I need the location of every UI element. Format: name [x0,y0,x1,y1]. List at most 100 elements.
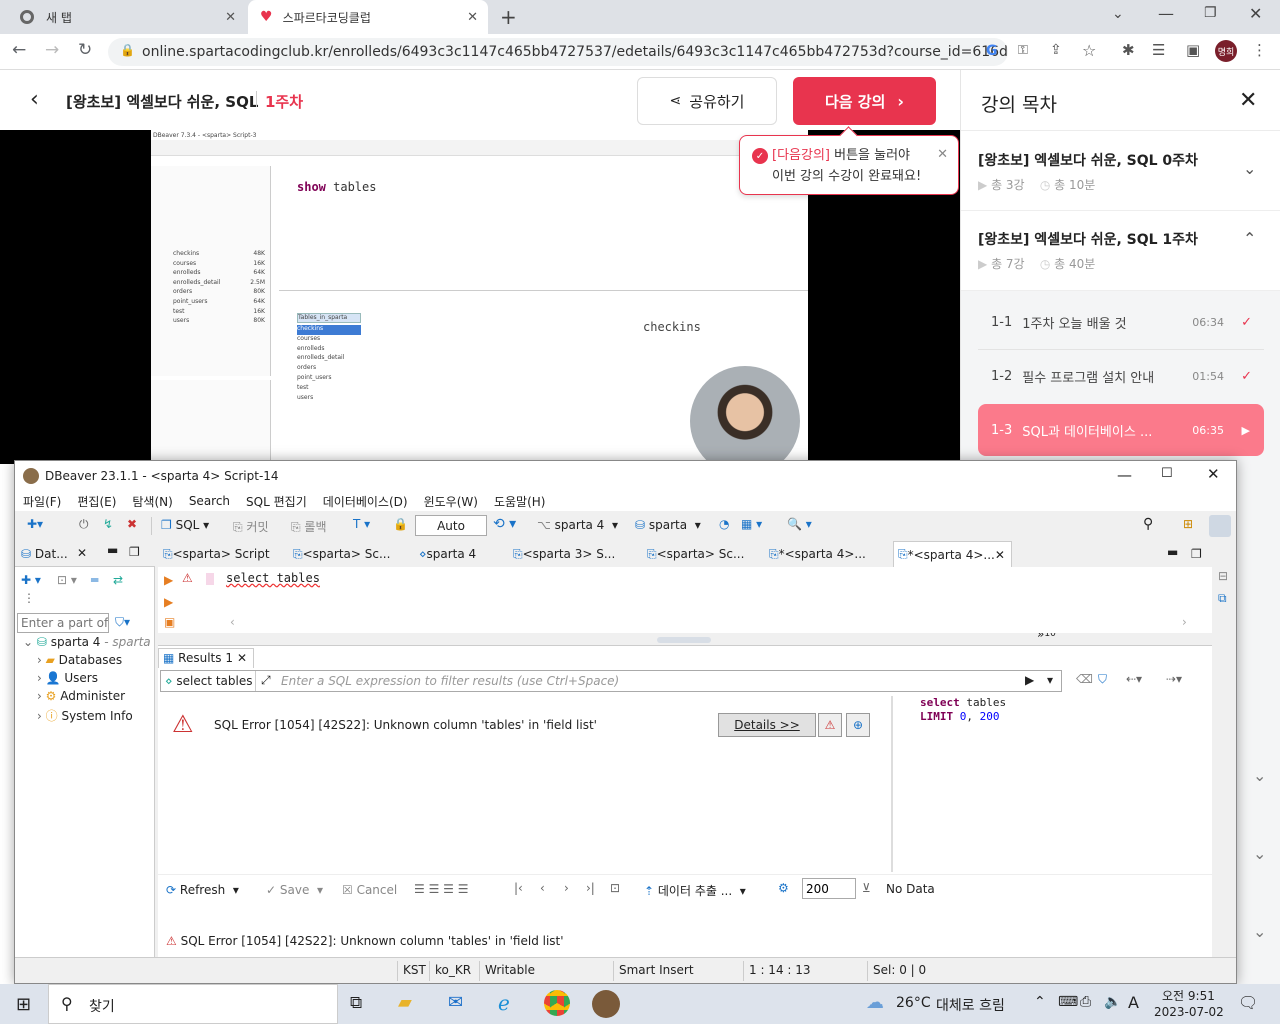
collapse-all-icon[interactable]: ═ [91,573,98,587]
menu-item[interactable]: SQL 편집기 [246,493,307,510]
eraser-icon[interactable]: ⌫ [1076,672,1093,686]
extensions-icon[interactable]: ✱ [1122,41,1135,59]
results-tab[interactable]: ▦ Results 1 ✕ [158,648,254,668]
minimize-icon[interactable]: — [1158,4,1174,23]
panels-icon[interactable]: ▦ ▾ [741,517,762,531]
panel-icon[interactable]: ⊟ [1218,569,1228,583]
active-connection-select[interactable]: ⌥ sparta 4 ▾ [537,518,618,532]
browser-tab-sparta[interactable]: ♥ 스파르타코딩클럽 ✕ [248,0,488,34]
first-page-icon[interactable]: |‹ [514,881,523,895]
share-button[interactable]: ⋖ 공유하기 [637,77,777,125]
chevron-down-icon[interactable]: ⌄ [1253,844,1266,863]
more-icon[interactable]: ⋮ [23,591,35,605]
transaction-mode-icon[interactable]: T ▾ [353,517,370,531]
dbeaver-taskbar-icon[interactable] [592,990,620,1018]
clock-date[interactable]: 2023-07-02 [1154,1005,1224,1019]
navigator-filter-input[interactable] [17,613,109,633]
mic-icon[interactable]: ⌨ [1058,994,1078,1010]
fetch-size-input[interactable] [802,878,856,899]
tooltip-close-icon[interactable]: ✕ [937,144,948,165]
network-icon[interactable]: ⎙ [1080,994,1091,1010]
filter-expression-input[interactable]: Enter a SQL expression to filter results… [281,674,619,688]
menu-item[interactable]: Search [189,494,230,508]
side-panel-icon[interactable]: ▣ [1186,41,1200,59]
browser-tab-new[interactable]: 새 탭 ✕ [8,0,246,34]
refresh-button[interactable]: ⟳ Refresh ▾ [166,883,239,897]
editor-tab[interactable]: ⎘ *<sparta 4>... ✕ [893,541,1012,567]
explain-icon[interactable]: ▣ [164,615,175,629]
maximize-icon[interactable]: ☐ [1161,466,1173,481]
editor-tab[interactable]: ⎘ <sparta> Script [163,541,270,567]
forward-icon[interactable]: ⇢▾ [1166,672,1182,686]
editor-splitter[interactable] [657,637,711,643]
close-tab-icon[interactable]: ✕ [225,10,236,25]
link-editor-icon[interactable]: ⇄ [113,573,123,587]
fetch-all-icon[interactable]: ⊡ [610,881,620,895]
expand-icon[interactable]: › [37,689,46,703]
results-splitter[interactable] [891,696,893,872]
cancel-button[interactable]: ☒ Cancel [342,883,397,897]
edge-icon[interactable]: ℯ [498,991,510,1015]
rollback-button[interactable]: ⎘ 롤백 [291,518,327,535]
expand-filter-icon[interactable]: ⤢ [261,673,271,688]
auto-commit-select[interactable]: Auto [415,515,487,536]
new-connection-icon[interactable]: ✚▾ [27,517,43,531]
sql-editor[interactable]: ▶ ⚠ ▶ ▣ select tables ‹ › [158,567,1212,633]
maximize-icon[interactable]: ❐ [1191,547,1202,561]
minimize-icon[interactable]: ▬ [107,543,118,557]
windows-start-icon[interactable]: ⊞ [16,994,31,1015]
history-icon[interactable]: ⟲ ▾ [493,516,516,532]
last-page-icon[interactable]: ›| [586,881,595,895]
export-data-button[interactable]: ⇡ 데이터 추출 ... ▾ [644,882,746,899]
search-icon[interactable]: 🔍 ▾ [787,517,812,531]
close-tab-icon[interactable]: ✕ [467,10,478,25]
menu-item[interactable]: 파일(F) [23,493,61,510]
url-input[interactable]: 🔒 online.spartacodingclub.kr/enrolleds/6… [108,38,1008,66]
execute-statement-icon[interactable]: ▶ [164,573,173,587]
scroll-right-icon[interactable]: › [1182,615,1187,629]
editor-tab[interactable]: ⎘ *<sparta 4>... [769,541,866,567]
reload-icon[interactable]: ↻ [78,40,92,60]
menu-item[interactable]: 윈도우(W) [424,493,478,510]
navigator-item[interactable]: › ⓘ System Info [37,707,133,725]
profile-avatar[interactable]: 명희 [1215,40,1237,62]
back-arrow-icon[interactable]: ‹ [30,87,39,112]
next-page-icon[interactable]: › [564,881,569,895]
mail-icon[interactable]: ✉ [448,992,463,1013]
dashboard-icon[interactable]: ◔ [719,517,729,531]
settings-gear-icon[interactable]: ⚙ [778,881,789,895]
close-window-icon[interactable]: ✕ [1249,4,1262,23]
editor-tab[interactable]: ⎘ <sparta> Sc... [647,541,744,567]
scroll-left-icon[interactable]: ‹ [230,615,235,629]
clock-time[interactable]: 오전 9:51 [1162,987,1215,1004]
navigator-item[interactable]: › ▰ Databases [37,653,133,671]
weather-temp[interactable]: 26°C [896,995,931,1011]
tab-search-icon[interactable]: ⌄ [1112,6,1124,22]
menu-item[interactable]: 탐색(N) [132,493,172,510]
navigator-item[interactable]: › 👤 Users [37,671,133,689]
chrome-menu-icon[interactable]: ⋮ [1252,41,1267,59]
outline-icon[interactable]: ⧉ [1218,591,1227,606]
task-view-icon[interactable]: ⧉ [350,993,362,1013]
help-icon[interactable]: ⊕ [846,713,870,737]
close-icon[interactable]: ✕ [77,546,87,560]
maximize-icon[interactable]: ❐ [129,545,140,559]
commit-button[interactable]: ⎘ 커밋 [233,518,269,535]
perspective-icon[interactable]: ⊞ [1183,517,1193,531]
key-icon[interactable]: ⚿ [1018,43,1028,58]
dbeaver-perspective-button[interactable] [1209,515,1231,537]
disconnect-icon[interactable]: ✖ [127,517,137,531]
navigator-tab[interactable]: ⛁ Dat... ✕ ▬ ❐ [15,541,155,567]
chevron-up-icon[interactable]: ⌃ [1243,229,1256,248]
execute-script-icon[interactable]: ▶ [164,595,173,609]
chevron-down-icon[interactable]: ▾ [1047,673,1053,687]
connection-node[interactable]: ⌄ ⛁ sparta 4 - sparta [23,635,151,649]
tray-chevron-icon[interactable]: ⌃ [1034,994,1046,1010]
lesson-item-1-2[interactable]: 1-2 필수 프로그램 설치 안내 01:54 ✓ [978,350,1264,402]
google-icon[interactable]: G [986,43,998,59]
menu-item[interactable]: 데이터베이스(D) [323,493,408,510]
week-1-section[interactable]: [왕초보] 엑셀보다 쉬운, SQL 1주차 ▶ 총 7강 ◷ 총 40분 ⌃ [961,211,1280,291]
edit-row-icons[interactable]: ☰ ☰ ☰ ☰ [414,882,468,896]
new-tab-icon[interactable]: + [500,5,517,29]
taskbar-search[interactable]: ⚲ 찾기 [48,984,338,1024]
